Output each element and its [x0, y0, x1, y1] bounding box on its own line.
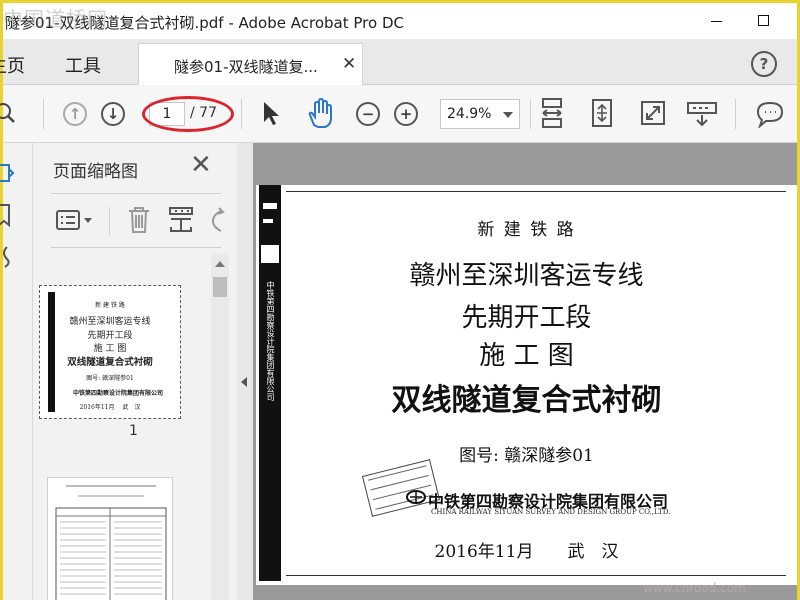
tab-document-label: 隧参01-双线隧道复...: [174, 58, 318, 76]
options-menu-icon[interactable]: [55, 209, 95, 233]
attachment-icon[interactable]: [0, 243, 19, 271]
document-view[interactable]: 中铁第四勘察设计院集团有限公司 新 建 铁 路 赣州至深圳客运专线 先期开工段 …: [253, 143, 797, 600]
maximize-button[interactable]: [749, 9, 779, 33]
acrobat-window: 隧参01-双线隧道复合式衬砌.pdf - Adobe Acrobat Pro D…: [0, 0, 800, 600]
toolbar-divider: [241, 99, 242, 129]
thumbnail-page-number: 1: [129, 423, 138, 439]
doc-drawing-title: 双线隧道复合式衬砌: [391, 383, 662, 418]
next-page-button[interactable]: ↓: [101, 102, 125, 126]
strip-mark: [263, 203, 277, 209]
annotation-ellipse: [142, 96, 234, 132]
close-tab-icon[interactable]: ✕: [342, 54, 356, 74]
extract-pages-icon[interactable]: [167, 205, 195, 235]
doc-section: 先期开工段: [461, 303, 592, 333]
footer-watermark: www.cnroad.com: [643, 581, 746, 595]
zoom-in-button[interactable]: +: [394, 102, 418, 126]
page-thumbnail-1[interactable]: 新 建 铁 路 赣州至深圳客运专线 先期开工段 施 工 图 双线隧道复合式衬砌 …: [39, 285, 181, 419]
zoom-value: 24.9%: [447, 106, 492, 122]
collapse-arrow-icon[interactable]: [241, 377, 247, 387]
scrollbar-thumb[interactable]: [213, 277, 227, 297]
minus-icon: −: [361, 105, 375, 123]
tab-tools[interactable]: 工具: [65, 52, 101, 78]
company-logo-icon: [406, 490, 426, 504]
plus-icon: +: [399, 105, 413, 123]
doc-stage: 施 工 图: [479, 341, 574, 371]
trash-icon[interactable]: [126, 205, 152, 235]
maximize-icon: [758, 15, 769, 26]
thumb-line: 图号: 赣深隧参01: [86, 375, 134, 382]
thumb-line: 赣州至深圳客运专线: [69, 317, 151, 327]
search-icon[interactable]: [0, 101, 19, 127]
thumb-line: 双线隧道复合式衬砌: [67, 357, 153, 368]
company-name-en: CHINA RAILWAY SIYUAN SURVEY AND DESIGN G…: [431, 508, 671, 516]
select-cursor-icon[interactable]: [261, 100, 281, 128]
page-border-line: [286, 575, 786, 576]
chevron-down-icon: [503, 112, 513, 118]
scroll-up-icon[interactable]: [215, 261, 225, 267]
arrow-up-icon: ↑: [68, 105, 82, 123]
thumb-line: 施 工 图: [93, 344, 127, 354]
page-border-line: [286, 191, 786, 192]
panel-collapse-bar[interactable]: [237, 143, 253, 600]
thumb-line: 先期开工段: [87, 331, 133, 341]
panel-divider: [109, 207, 110, 235]
thumbnail-page: 新 建 铁 路 赣州至深圳客运专线 先期开工段 施 工 图 双线隧道复合式衬砌 …: [44, 290, 176, 414]
minimize-button[interactable]: [702, 9, 732, 33]
thumb-line: 新 建 铁 路: [95, 302, 125, 309]
page-thumbnails-icon[interactable]: [0, 159, 19, 187]
panel-divider: [51, 247, 221, 248]
rotate-icon[interactable]: [209, 207, 229, 235]
zoom-select[interactable]: 24.9%: [440, 99, 520, 129]
minimize-icon: [711, 21, 722, 22]
toolbar-divider: [530, 99, 531, 129]
hand-tool-icon[interactable]: [305, 98, 335, 130]
doc-header: 新 建 铁 路: [477, 220, 576, 240]
panel-scrollbar[interactable]: [211, 253, 229, 600]
help-button[interactable]: ?: [751, 51, 777, 77]
close-panel-icon[interactable]: ✕: [190, 152, 212, 178]
doc-date-place: 2016年11月 武 汉: [434, 542, 619, 562]
navigation-rail: [0, 143, 33, 600]
bookmark-icon[interactable]: [0, 201, 19, 229]
panel-divider: [51, 193, 221, 194]
site-watermark: 中国道桥网: [3, 7, 108, 31]
toolbar-divider: [735, 99, 736, 129]
arrow-down-icon: ↓: [106, 105, 120, 123]
tab-bar: 主页 工具 隧参01-双线隧道复... ✕ ?: [0, 39, 797, 85]
thumb-line: 中铁第四勘察设计院集团有限公司: [72, 390, 163, 397]
previous-page-button[interactable]: ↑: [63, 102, 87, 126]
read-mode-icon[interactable]: [686, 99, 718, 129]
toolbar-divider: [43, 99, 44, 129]
toolbar: ↑ ↓ 1 / 77 − + 24.9%: [0, 85, 797, 143]
tab-document[interactable]: 隧参01-双线隧道复... ✕: [138, 43, 363, 85]
thumbnail-table-page: [55, 485, 167, 600]
tab-home[interactable]: 主页: [0, 52, 25, 78]
document-page: 中铁第四勘察设计院集团有限公司 新 建 铁 路 赣州至深圳客运专线 先期开工段 …: [256, 185, 797, 585]
zoom-out-button[interactable]: −: [356, 102, 380, 126]
fit-page-icon[interactable]: [589, 98, 615, 130]
doc-drawing-number: 图号: 赣深隧参01: [459, 446, 594, 466]
fit-width-icon[interactable]: [539, 97, 565, 131]
comment-icon[interactable]: [755, 100, 785, 128]
doc-project: 赣州至深圳客运专线: [409, 261, 644, 291]
title-bar: 隧参01-双线隧道复合式衬砌.pdf - Adobe Acrobat Pro D…: [3, 3, 797, 39]
full-screen-icon[interactable]: [639, 99, 667, 129]
page-thumbnail-2[interactable]: [47, 477, 173, 600]
thumb-line: 2016年11月 武 汉: [79, 404, 141, 411]
panel-title: 页面缩略图: [53, 162, 138, 182]
